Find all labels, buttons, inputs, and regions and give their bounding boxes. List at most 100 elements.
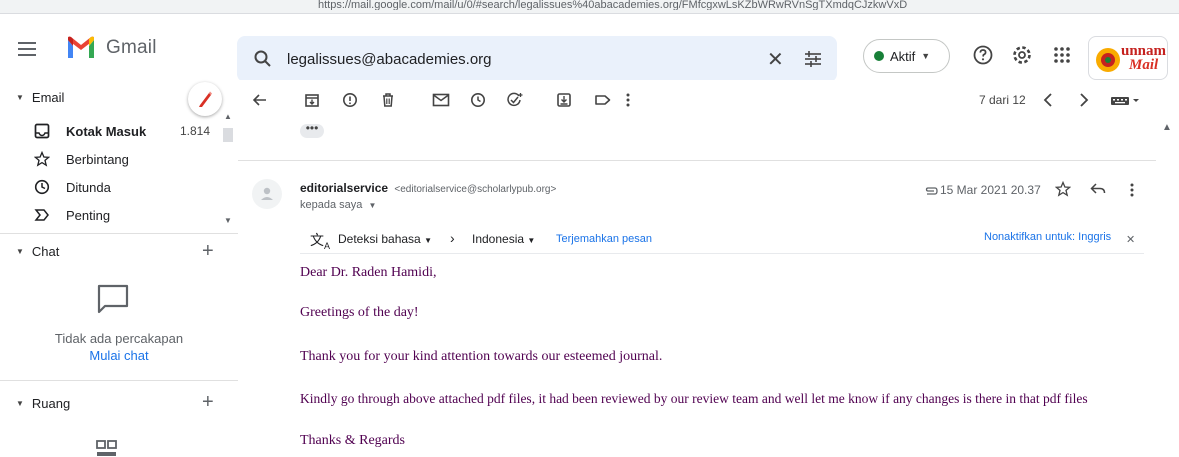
chevron-down-icon: ▼ [368,201,377,210]
browser-url[interactable]: https://mail.google.com/mail/u/0/#search… [318,0,938,10]
collapse-triangle-icon: ▼ [16,92,24,102]
back-arrow-icon[interactable] [252,92,268,108]
sidebar: ▼ Email Kotak Masuk 1.814 Berbintang Dit… [0,80,238,457]
sidebar-item-label: Penting [66,208,111,223]
delete-icon[interactable] [380,92,396,108]
account-avatar[interactable]: unnam Mail [1088,36,1168,80]
sidebar-item-label: Ditunda [66,180,111,195]
sidebar-item-snoozed[interactable]: Ditunda [0,173,222,201]
search-bar[interactable]: ✕ [237,36,837,82]
star-icon[interactable] [1055,181,1071,197]
keyboard-icon[interactable] [1110,92,1140,108]
collapsed-messages-button[interactable]: ••• [300,122,324,138]
attachment-icon [925,187,938,195]
star-icon [34,151,50,167]
sidebar-divider [0,380,238,381]
target-language-label: Indonesia [472,232,525,246]
apps-icon[interactable] [1051,44,1073,66]
sidebar-divider [0,233,238,234]
start-chat-link[interactable]: Mulai chat [0,348,238,363]
sender-line: editorialservice <editorialservice@schol… [300,181,556,195]
tune-icon[interactable] [803,49,823,69]
sender-email: <editorialservice@scholarlypub.org> [394,184,557,195]
unread-count: 1.814 [179,124,210,138]
prev-icon[interactable] [1042,92,1054,108]
close-icon[interactable]: ✕ [1126,233,1135,246]
message-scrollbar[interactable]: ▲ [1156,120,1179,457]
add-task-icon[interactable] [506,92,524,108]
gmail-wordmark: Gmail [106,37,157,58]
chevron-right-icon: › [450,230,455,246]
gmail-logo[interactable]: Gmail [66,36,157,60]
translation-bar: 文A Deteksi bahasa ▼ › Indonesia ▼ Terjem… [300,228,1144,254]
sidebar-item-label: Kotak Masuk [66,124,147,139]
collapse-triangle-icon: ▼ [16,246,24,256]
sidebar-item-label: Berbintang [66,152,129,167]
target-language-dropdown[interactable]: Indonesia ▼ [472,232,535,246]
reply-icon[interactable] [1090,182,1106,196]
scroll-up-icon[interactable]: ▲ [1162,122,1172,133]
sender-avatar[interactable] [252,179,282,209]
sidebar-item-inbox[interactable]: Kotak Masuk 1.814 [0,117,222,145]
move-to-icon[interactable] [556,92,572,108]
settings-icon[interactable] [1011,44,1033,66]
recipient-line[interactable]: kepada saya ▼ [300,199,376,211]
chevron-down-icon: ▼ [921,51,931,61]
chevron-down-icon: ▼ [424,236,432,245]
message-divider [238,160,1156,161]
email-section-label: Email [31,89,65,105]
message-area: ••• editorialservice <editorialservice@s… [238,120,1156,457]
new-chat-plus-icon[interactable]: + [202,241,214,261]
pencil-icon [199,91,212,107]
gmail-logo-icon [68,36,94,58]
status-button[interactable]: Aktif ▼ [863,39,950,73]
important-icon [34,209,49,221]
account-brand-bottom: Mail [1129,57,1159,73]
search-icon[interactable] [253,49,273,69]
chat-bubble-icon [97,284,129,314]
clear-icon[interactable]: ✕ [767,47,784,72]
gmail-header: Gmail ✕ Aktif ▼ [0,14,1179,82]
report-spam-icon[interactable] [342,92,358,108]
sender-name[interactable]: editorialservice [300,181,388,195]
pager-text: 7 dari 12 [979,93,1026,107]
new-room-plus-icon[interactable]: + [202,392,214,412]
archive-icon[interactable] [304,92,320,108]
message-body-line: Dear Dr. Raden Hamidi, [300,265,437,280]
sidebar-scroll-thumb[interactable] [223,128,233,142]
help-icon[interactable] [972,44,994,66]
university-logo-icon [1096,48,1120,72]
recipient-label: kepada saya [300,199,363,211]
sidebar-item-important[interactable]: Penting [0,201,222,229]
sidebar-item-starred[interactable]: Berbintang [0,145,222,173]
rooms-grid-icon [96,440,117,456]
person-icon [261,187,273,200]
inbox-icon [34,123,50,139]
snooze-icon[interactable] [470,92,486,108]
next-icon[interactable] [1078,92,1090,108]
message-toolbar: 7 dari 12 [238,80,1156,120]
chat-section-label: Chat [31,243,60,259]
status-label: Aktif [890,48,916,64]
translate-message-link[interactable]: Terjemahkan pesan [556,233,652,245]
message-body-line: Thank you for your kind attention toward… [300,349,663,364]
clock-icon [34,179,50,195]
message-date: 15 Mar 2021 20.37 [940,183,1041,197]
detect-language-label: Deteksi bahasa [338,232,421,246]
message-body-line: Thanks & Regards [300,433,405,448]
mark-unread-icon[interactable] [432,92,450,108]
sidebar-scrollbar[interactable]: ▲ ▼ [222,112,234,230]
message-body-line: Kindly go through above attached pdf fil… [300,391,1088,406]
menu-icon[interactable] [18,42,36,56]
chevron-down-icon: ▼ [527,236,536,245]
browser-address-strip: https://mail.google.com/mail/u/0/#search… [0,0,1179,14]
disable-translate-link[interactable]: Nonaktifkan untuk: Inggris [984,231,1111,243]
more-vert-icon[interactable] [624,92,632,108]
compose-button[interactable] [188,82,222,116]
label-icon[interactable] [594,92,612,108]
rooms-section-label: Ruang [31,395,71,411]
search-input[interactable] [287,46,737,72]
more-vert-icon[interactable] [1128,182,1136,198]
collapse-triangle-icon: ▼ [16,398,24,408]
detect-language-dropdown[interactable]: Deteksi bahasa ▼ [338,232,432,246]
